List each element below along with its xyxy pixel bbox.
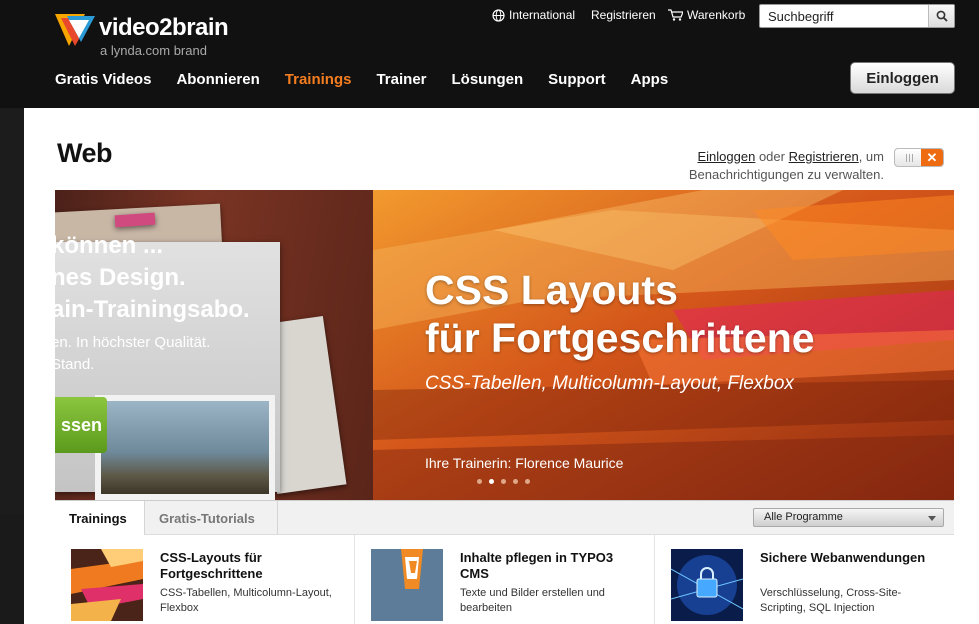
tab-gratis-tutorials[interactable]: Gratis-Tutorials (145, 501, 278, 535)
course-title: CSS-Layouts für Fortgeschrittene (160, 550, 263, 581)
slide-dot-active[interactable] (489, 479, 494, 484)
international-label: International (509, 8, 576, 22)
program-select[interactable]: Alle Programme (753, 508, 944, 527)
program-select-value: Alle Programme (764, 511, 843, 523)
slide-dot[interactable] (477, 479, 482, 484)
hero-prev-line: nes Design. (55, 264, 186, 291)
hero-prev-line: können ... (55, 232, 164, 259)
logo-subtitle: a lynda.com brand (100, 43, 207, 58)
hero-title-line: CSS Layouts (425, 267, 678, 313)
hero-title: CSS Layouts für Fortgeschrittene (425, 266, 815, 362)
hero-trainer: Ihre Trainerin: Florence Maurice (425, 455, 624, 471)
notify-register-link[interactable]: Registrieren (789, 149, 859, 164)
notification-toggle[interactable]: ✕ (894, 148, 944, 167)
toggle-grip-icon (898, 149, 920, 166)
nav-loesungen[interactable]: Lösungen (452, 71, 524, 88)
nav-abonnieren[interactable]: Abonnieren (176, 71, 259, 88)
course-thumbnail (671, 549, 743, 621)
notify-or: oder (758, 149, 785, 164)
slide-dot[interactable] (513, 479, 518, 484)
globe-icon (492, 8, 505, 22)
page-edge (0, 108, 24, 514)
course-card[interactable]: CSS-Layouts für Fortgeschrittene CSS-Tab… (55, 535, 355, 624)
notify-login-link[interactable]: Einloggen (698, 149, 756, 164)
hero-current-slide[interactable]: CSS Layouts für Fortgeschrittene CSS-Tab… (373, 190, 954, 500)
cart-icon (668, 9, 683, 21)
main-nav: Gratis Videos Abonnieren Trainings Train… (55, 71, 693, 88)
search-input[interactable] (760, 5, 928, 27)
course-title: Sichere Webanwendungen (760, 550, 926, 565)
cart-label: Warenkorb (687, 8, 746, 22)
cart-link[interactable]: Warenkorb (668, 8, 745, 22)
course-description: CSS-Tabellen, Multicolumn-Layout, Flexbo… (160, 587, 332, 614)
slider-pagination (477, 479, 530, 484)
hero-prev-slide: können ... nes Design. ain-Trainingsabo.… (55, 190, 373, 500)
hero-prev-body: en. In höchster Qualität. Stand. (55, 332, 210, 376)
nav-support[interactable]: Support (548, 71, 606, 88)
tab-trainings[interactable]: Trainings (55, 501, 145, 535)
page-title: Web (57, 138, 113, 168)
nav-apps[interactable]: Apps (631, 71, 669, 88)
close-icon: ✕ (921, 149, 943, 166)
course-title: Inhalte pflegen in TYPO3 CMS (460, 550, 614, 581)
hero-prev-headline: können ... nes Design. ain-Trainingsabo. (55, 230, 250, 326)
search-button[interactable] (928, 5, 954, 27)
register-link[interactable]: Registrieren (591, 8, 656, 22)
chevron-down-icon (928, 516, 936, 521)
course-thumbnail (71, 549, 143, 621)
international-link[interactable]: International (492, 8, 575, 22)
hero-prev-button[interactable]: ssen (55, 397, 107, 453)
course-card[interactable]: Sichere Webanwendungen Verschlüsselung, … (655, 535, 955, 624)
hero-prev-body-line: Stand. (55, 356, 95, 373)
search-box (759, 4, 955, 28)
logo-mark-icon (55, 14, 95, 46)
nav-trainer[interactable]: Trainer (376, 71, 426, 88)
register-label: Registrieren (591, 8, 656, 22)
search-icon (936, 10, 948, 22)
slide-dot[interactable] (525, 479, 530, 484)
slide-dot[interactable] (501, 479, 506, 484)
hero-prev-line: ain-Trainingsabo. (55, 296, 250, 323)
landscape-image (95, 395, 275, 500)
nav-gratis-videos[interactable]: Gratis Videos (55, 71, 151, 88)
course-description: Texte und Bilder erstellen und bearbeite… (460, 587, 605, 614)
course-card[interactable]: Inhalte pflegen in TYPO3 CMS Texte und B… (355, 535, 655, 624)
course-description: Verschlüsselung, Cross-Site-Scripting, S… (760, 587, 902, 614)
course-thumbnail (371, 549, 443, 621)
hero-title-line: für Fortgeschrittene (425, 315, 815, 361)
hero-prev-body-line: en. In höchster Qualität. (55, 334, 211, 351)
hero-subtitle: CSS-Tabellen, Multicolumn-Layout, Flexbo… (425, 373, 794, 394)
logo-brand: video2brain (99, 14, 229, 41)
hero-slider[interactable]: können ... nes Design. ain-Trainingsabo.… (55, 190, 954, 500)
login-button[interactable]: Einloggen (850, 62, 955, 94)
course-list: CSS-Layouts für Fortgeschrittene CSS-Tab… (55, 535, 954, 624)
top-bar: video2brain a lynda.com brand Internatio… (0, 0, 979, 108)
course-tab-bar: Trainings Gratis-Tutorials Alle Programm… (55, 500, 954, 535)
notification-hint: Einloggen oder Registrieren, um Benachri… (660, 148, 884, 184)
nav-trainings[interactable]: Trainings (285, 71, 352, 88)
